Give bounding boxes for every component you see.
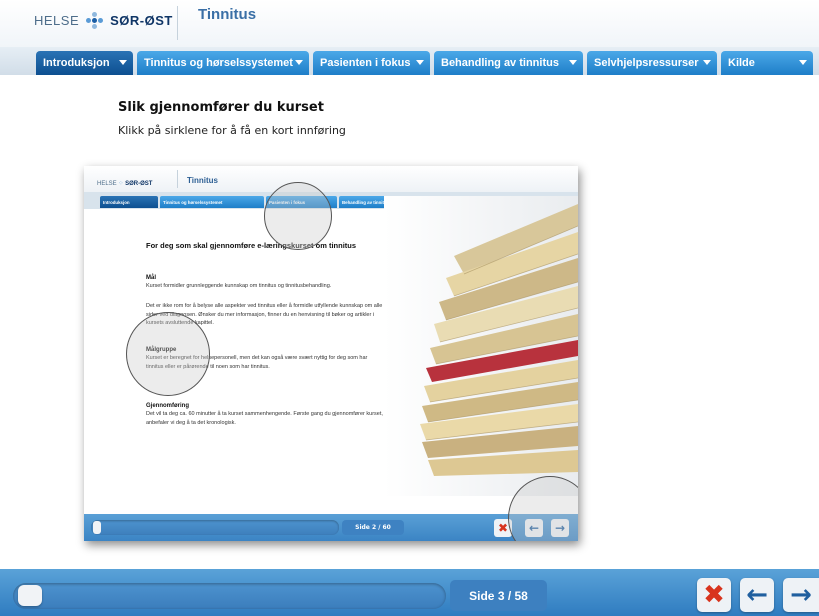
next-button[interactable]: → <box>783 578 819 612</box>
logo-dots-icon <box>86 12 104 29</box>
embedded-logo-left: HELSE <box>97 181 117 187</box>
tutorial-screenshot: HELSE ⁘ SØR-ØST Tinnitus Introduksjon Ti… <box>84 166 578 541</box>
page-title: Slik gjennomfører du kurset <box>118 100 324 115</box>
hotspot-circle-content[interactable] <box>126 312 210 396</box>
arrow-left-icon: ← <box>746 580 768 610</box>
tab-pasienten-i-fokus[interactable]: Pasienten i fokus <box>313 51 430 75</box>
header: HELSE SØR-ØST Tinnitus <box>0 0 819 47</box>
page-instructions: Klikk på sirklene for å få en kort innfø… <box>118 124 346 137</box>
progress-knob[interactable] <box>18 585 42 606</box>
tab-label: Behandling av tinnitus <box>441 57 559 69</box>
tab-selvhjelpsressurser[interactable]: Selvhjelpsressurser <box>587 51 717 75</box>
embedded-header <box>84 166 578 192</box>
hotspot-circle-nav[interactable] <box>264 182 332 250</box>
embedded-app-title: Tinnitus <box>187 176 218 185</box>
tab-introduksjon[interactable]: Introduksjon <box>36 51 133 75</box>
app-title: Tinnitus <box>198 6 257 23</box>
tab-label: Selvhjelpsressurser <box>594 57 699 69</box>
helse-sor-ost-logo: HELSE SØR-ØST <box>34 12 173 29</box>
embedded-progress-bar <box>91 520 339 535</box>
main-nav: Introduksjon Tinnitus og hørselssystemet… <box>0 47 819 75</box>
chevron-down-icon <box>703 60 711 65</box>
embedded-tab: Tinnitus og hørselssystemet <box>160 196 264 208</box>
tab-label: Introduksjon <box>43 57 110 69</box>
embedded-header-divider <box>177 170 178 188</box>
binder-stack-image <box>384 196 578 496</box>
embedded-section-text: Det vil ta deg ca. 60 minutter å ta kurs… <box>146 411 383 426</box>
tab-behandling-av-tinnitus[interactable]: Behandling av tinnitus <box>434 51 583 75</box>
embedded-section-text: Kurset formidler grunnleggende kunnskap … <box>146 283 332 289</box>
tab-label: Pasienten i fokus <box>320 57 411 69</box>
course-window: HELSE SØR-ØST Tinnitus Introduksjon Tinn… <box>0 0 819 616</box>
chevron-down-icon <box>799 60 807 65</box>
tab-label: Kilde <box>728 57 755 69</box>
tab-label: Tinnitus og hørselssystemet <box>144 57 293 69</box>
embedded-page-indicator: Side 2 / 60 <box>342 520 404 535</box>
logo-text-left: HELSE <box>34 13 80 28</box>
embedded-tab: Introduksjon <box>100 196 158 208</box>
embedded-logo-right: SØR-ØST <box>125 181 153 187</box>
chevron-down-icon <box>295 60 303 65</box>
chevron-down-icon <box>569 60 577 65</box>
chevron-down-icon <box>416 60 424 65</box>
close-button[interactable]: ✖ <box>697 578 731 612</box>
embedded-logo: HELSE ⁘ SØR-ØST <box>97 181 153 187</box>
previous-button[interactable]: ← <box>740 578 774 612</box>
page-indicator: Side 3 / 58 <box>450 580 547 611</box>
close-x-icon: ✖ <box>703 580 725 610</box>
chevron-down-icon <box>119 60 127 65</box>
progress-bar[interactable] <box>13 583 446 609</box>
embedded-progress-knob <box>93 521 101 534</box>
logo-text-right: SØR-ØST <box>110 13 173 28</box>
arrow-right-icon: → <box>790 580 812 610</box>
tab-tinnitus-horselssystemet[interactable]: Tinnitus og hørselssystemet <box>137 51 309 75</box>
tab-kilde[interactable]: Kilde <box>721 51 813 75</box>
header-divider <box>177 6 178 40</box>
